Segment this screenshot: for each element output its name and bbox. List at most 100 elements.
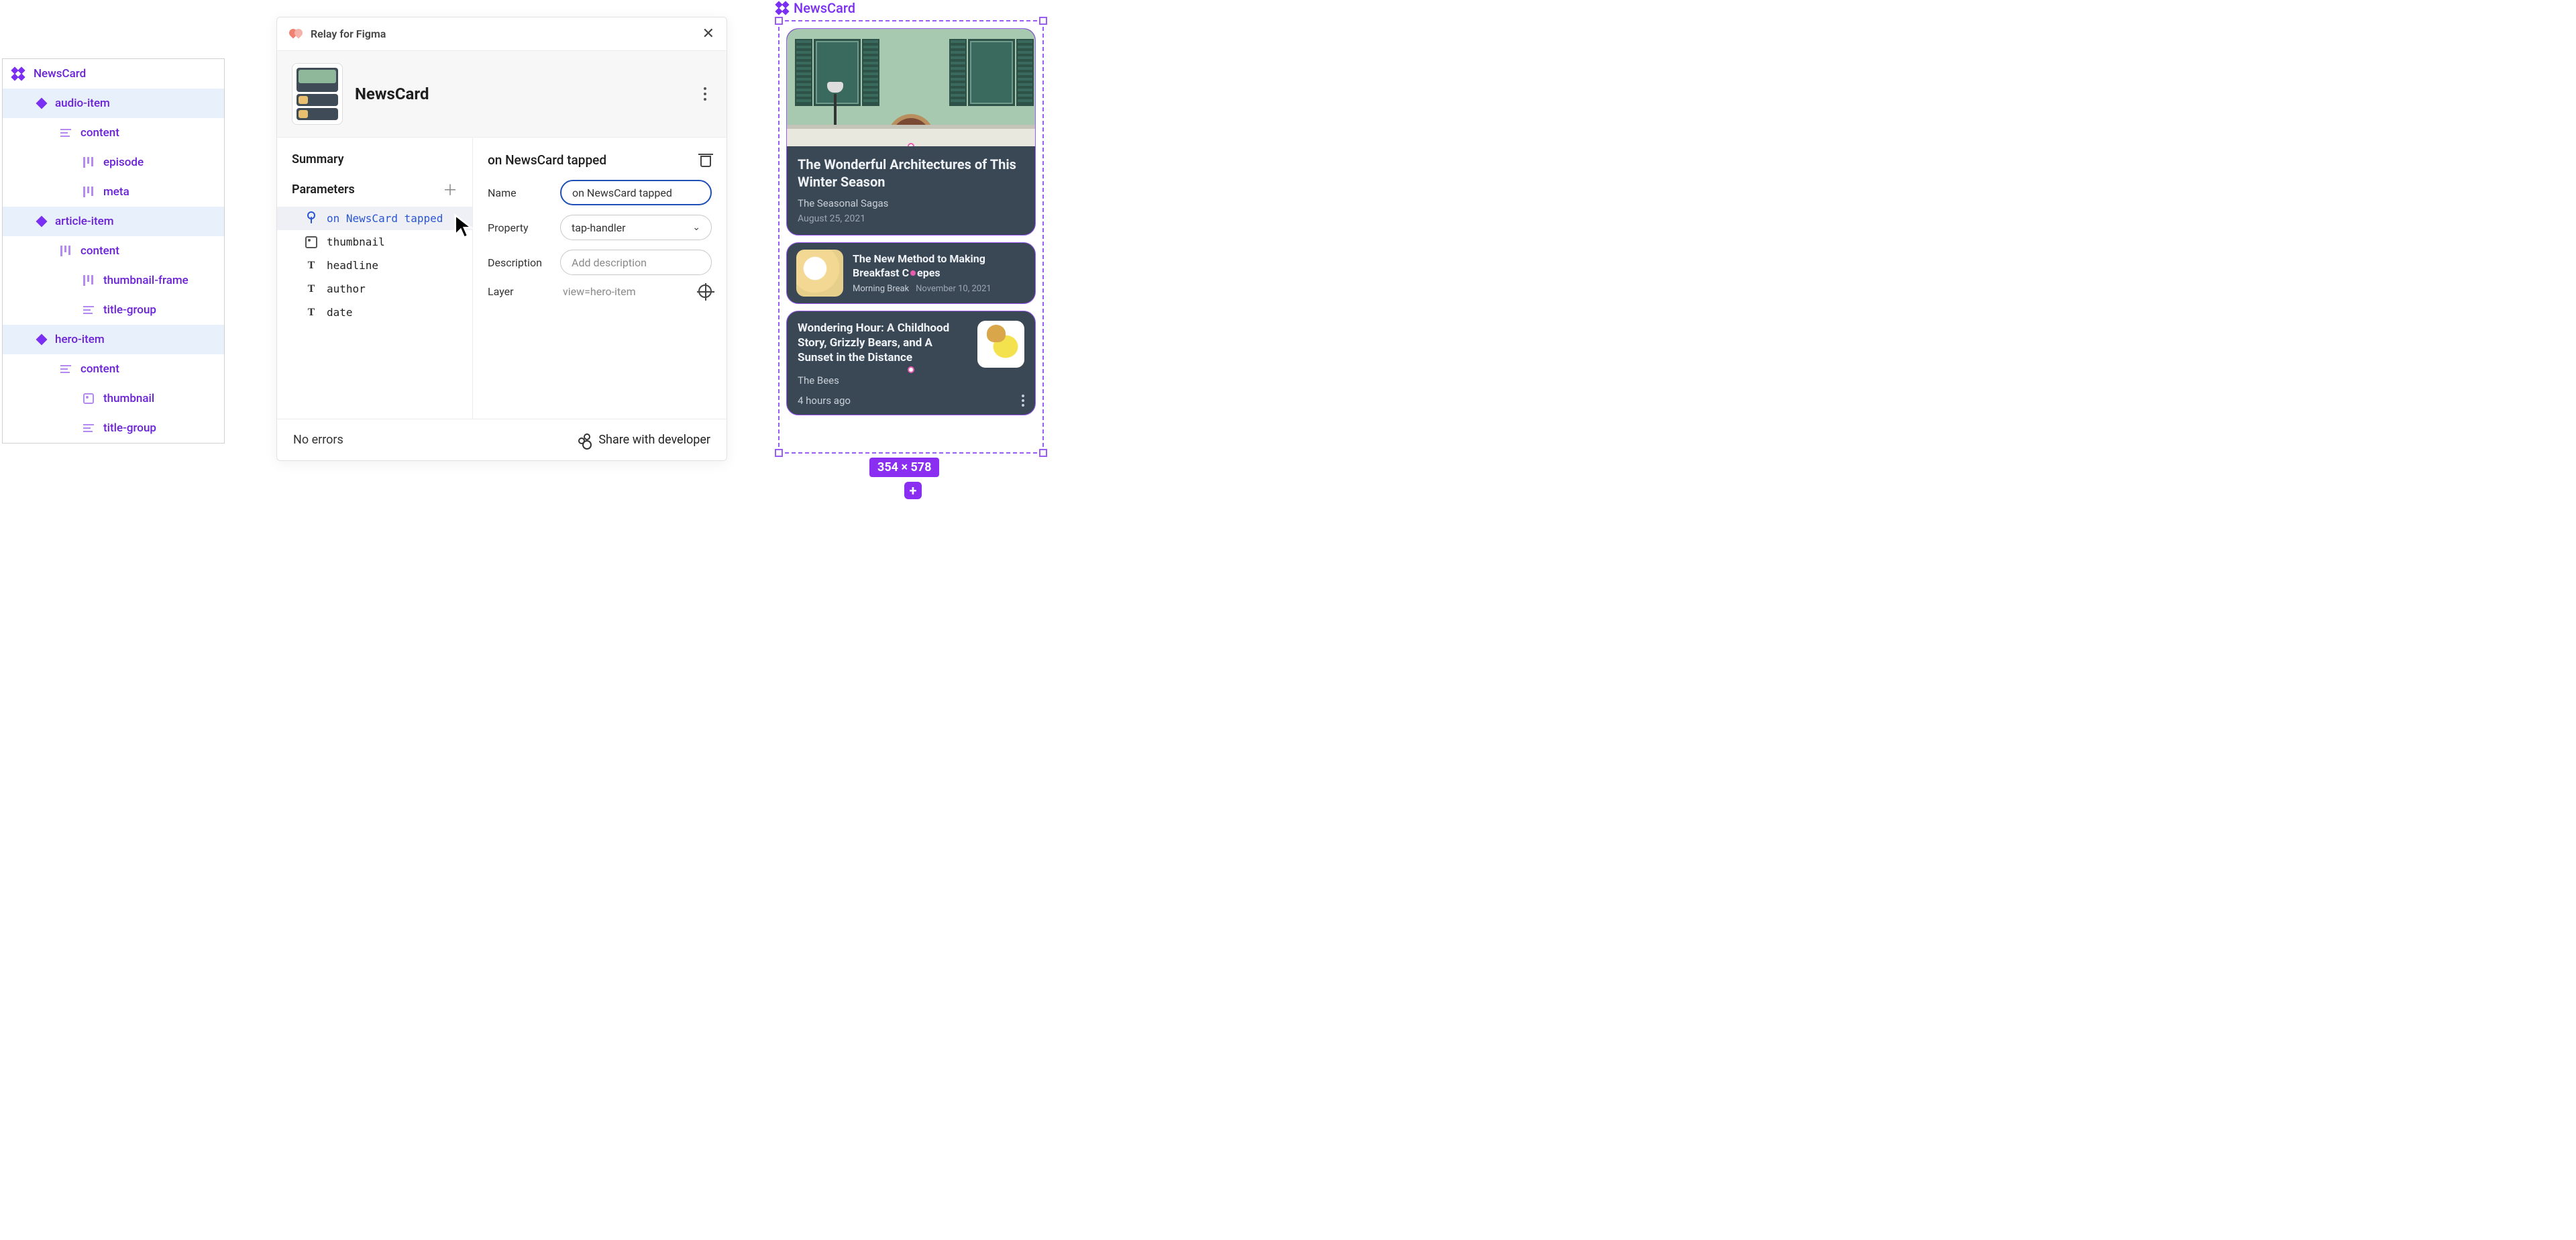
audio-item[interactable]: Wondering Hour: A Childhood Story, Grizz…	[786, 311, 1036, 415]
canvas-component-name: NewsCard	[794, 0, 855, 16]
audio-author: The Bees	[798, 374, 1024, 386]
frame-icon	[83, 306, 94, 314]
relay-plugin-panel: Relay for Figma ✕ NewsCard Summary Param…	[276, 17, 727, 461]
article-item[interactable]: The New Method to Making Breakfast Cepes…	[786, 242, 1036, 304]
share-with-developer-button[interactable]: Share with developer	[578, 433, 710, 447]
param-label: on NewsCard tapped	[327, 212, 443, 225]
component-title: NewsCard	[355, 85, 686, 103]
param-label: date	[327, 306, 353, 319]
layer-row-hero-item[interactable]: hero-item	[3, 325, 224, 354]
hero-item[interactable]: The Wonderful Architectures of This Wint…	[786, 28, 1036, 236]
layer-row-episode[interactable]: episode	[3, 148, 224, 177]
layer-label: audio-item	[55, 97, 110, 110]
add-parameter-button[interactable]: ＋	[443, 178, 458, 200]
layer-row-audio-item[interactable]: audio-item	[3, 89, 224, 118]
image-icon	[83, 393, 94, 404]
audio-headline: Wondering Hour: A Childhood Story, Grizz…	[798, 321, 968, 365]
audio-thumbnail	[977, 321, 1024, 368]
layer-row-thumbnail-frame[interactable]: thumbnail-frame	[3, 266, 224, 295]
resize-handle-tr[interactable]	[1039, 17, 1047, 25]
layers-panel: NewsCard audio-item content episode meta…	[2, 58, 225, 444]
article-headline: The New Method to Making Breakfast Cepes	[853, 252, 1026, 280]
layer-label: article-item	[55, 215, 114, 228]
audio-more-button[interactable]	[1022, 395, 1024, 407]
text-param-icon: T	[305, 283, 317, 295]
autolayout-icon	[83, 275, 94, 286]
param-label: thumbnail	[327, 236, 385, 248]
layer-row-thumbnail[interactable]: thumbnail	[3, 384, 224, 413]
constraint-indicator-icon	[908, 143, 914, 146]
param-row-thumbnail[interactable]: thumbnail	[277, 230, 472, 254]
layer-row-title-group[interactable]: title-group	[3, 413, 224, 443]
share-label: Share with developer	[598, 433, 710, 447]
canvas-selection-frame[interactable]: The Wonderful Architectures of This Wint…	[778, 20, 1044, 454]
property-select-value: tap-handler	[572, 221, 626, 234]
layer-label: thumbnail	[103, 392, 154, 405]
error-status: No errors	[293, 433, 343, 447]
add-variant-button[interactable]: +	[904, 482, 922, 499]
relay-title-bar: NewsCard	[277, 51, 727, 138]
relay-brand-label: Relay for Figma	[311, 28, 386, 40]
layer-row-content[interactable]: content	[3, 118, 224, 148]
property-select[interactable]: tap-handler ⌄	[560, 215, 712, 240]
close-button[interactable]: ✕	[702, 25, 714, 42]
hero-thumbnail	[787, 29, 1035, 146]
component-thumbnail	[292, 63, 343, 125]
name-input[interactable]: on NewsCard tapped	[560, 180, 712, 205]
frame-icon	[83, 424, 94, 432]
audio-date: 4 hours ago	[798, 395, 851, 407]
relay-header: Relay for Figma ✕	[277, 17, 727, 51]
more-menu-button[interactable]	[698, 87, 712, 101]
layer-row-content[interactable]: content	[3, 236, 224, 266]
frame-icon	[60, 129, 71, 137]
variant-icon	[36, 334, 48, 346]
layer-label: content	[80, 362, 119, 376]
article-author: Morning Break	[853, 284, 909, 294]
variant-icon	[36, 98, 48, 109]
param-row-tap[interactable]: on NewsCard tapped	[277, 207, 472, 230]
selection-size-badge: 354 × 578	[869, 458, 939, 477]
param-row-date[interactable]: T date	[277, 301, 472, 324]
resize-handle-bl[interactable]	[775, 449, 783, 457]
layer-label: thumbnail-frame	[103, 274, 189, 287]
delete-parameter-button[interactable]	[700, 154, 712, 167]
resize-handle-br[interactable]	[1039, 449, 1047, 457]
relay-logo-icon	[289, 29, 304, 40]
share-icon	[578, 434, 590, 446]
article-thumbnail	[796, 250, 843, 297]
property-field-label: Property	[488, 221, 549, 234]
layer-label: title-group	[103, 303, 156, 317]
layers-root-row[interactable]: NewsCard	[3, 59, 224, 89]
param-label: author	[327, 282, 366, 295]
description-placeholder: Add description	[572, 256, 647, 269]
resize-handle-tl[interactable]	[775, 17, 783, 25]
image-param-icon	[305, 236, 317, 248]
canvas-component-label[interactable]: NewsCard	[776, 0, 855, 16]
description-input[interactable]: Add description	[560, 250, 712, 275]
locate-layer-button[interactable]	[698, 285, 712, 298]
newscard-preview: The Wonderful Architectures of This Wint…	[786, 28, 1036, 446]
autolayout-icon	[83, 157, 94, 168]
autolayout-icon	[83, 187, 94, 197]
component-set-icon	[776, 2, 788, 14]
relay-left-column: Summary Parameters ＋ on NewsCard tapped …	[277, 138, 473, 419]
layer-field-label: Layer	[488, 285, 549, 298]
layer-row-title-group[interactable]: title-group	[3, 295, 224, 325]
layer-label: content	[80, 244, 119, 258]
hero-author: The Seasonal Sagas	[798, 197, 1024, 209]
layer-label: title-group	[103, 421, 156, 435]
article-date: November 10, 2021	[916, 284, 991, 294]
param-row-author[interactable]: T author	[277, 277, 472, 301]
frame-icon	[60, 365, 71, 373]
summary-section-label[interactable]: Summary	[277, 152, 472, 178]
param-row-headline[interactable]: T headline	[277, 254, 472, 277]
layer-row-content[interactable]: content	[3, 354, 224, 384]
relay-detail-column: on NewsCard tapped Name on NewsCard tapp…	[473, 138, 727, 419]
text-param-icon: T	[305, 260, 317, 272]
layer-row-article-item[interactable]: article-item	[3, 207, 224, 236]
layer-field-value: view=hero-item	[560, 285, 688, 298]
text-param-icon: T	[305, 307, 317, 319]
layers-root-label: NewsCard	[34, 67, 86, 81]
layer-row-meta[interactable]: meta	[3, 177, 224, 207]
description-field-label: Description	[488, 256, 549, 269]
